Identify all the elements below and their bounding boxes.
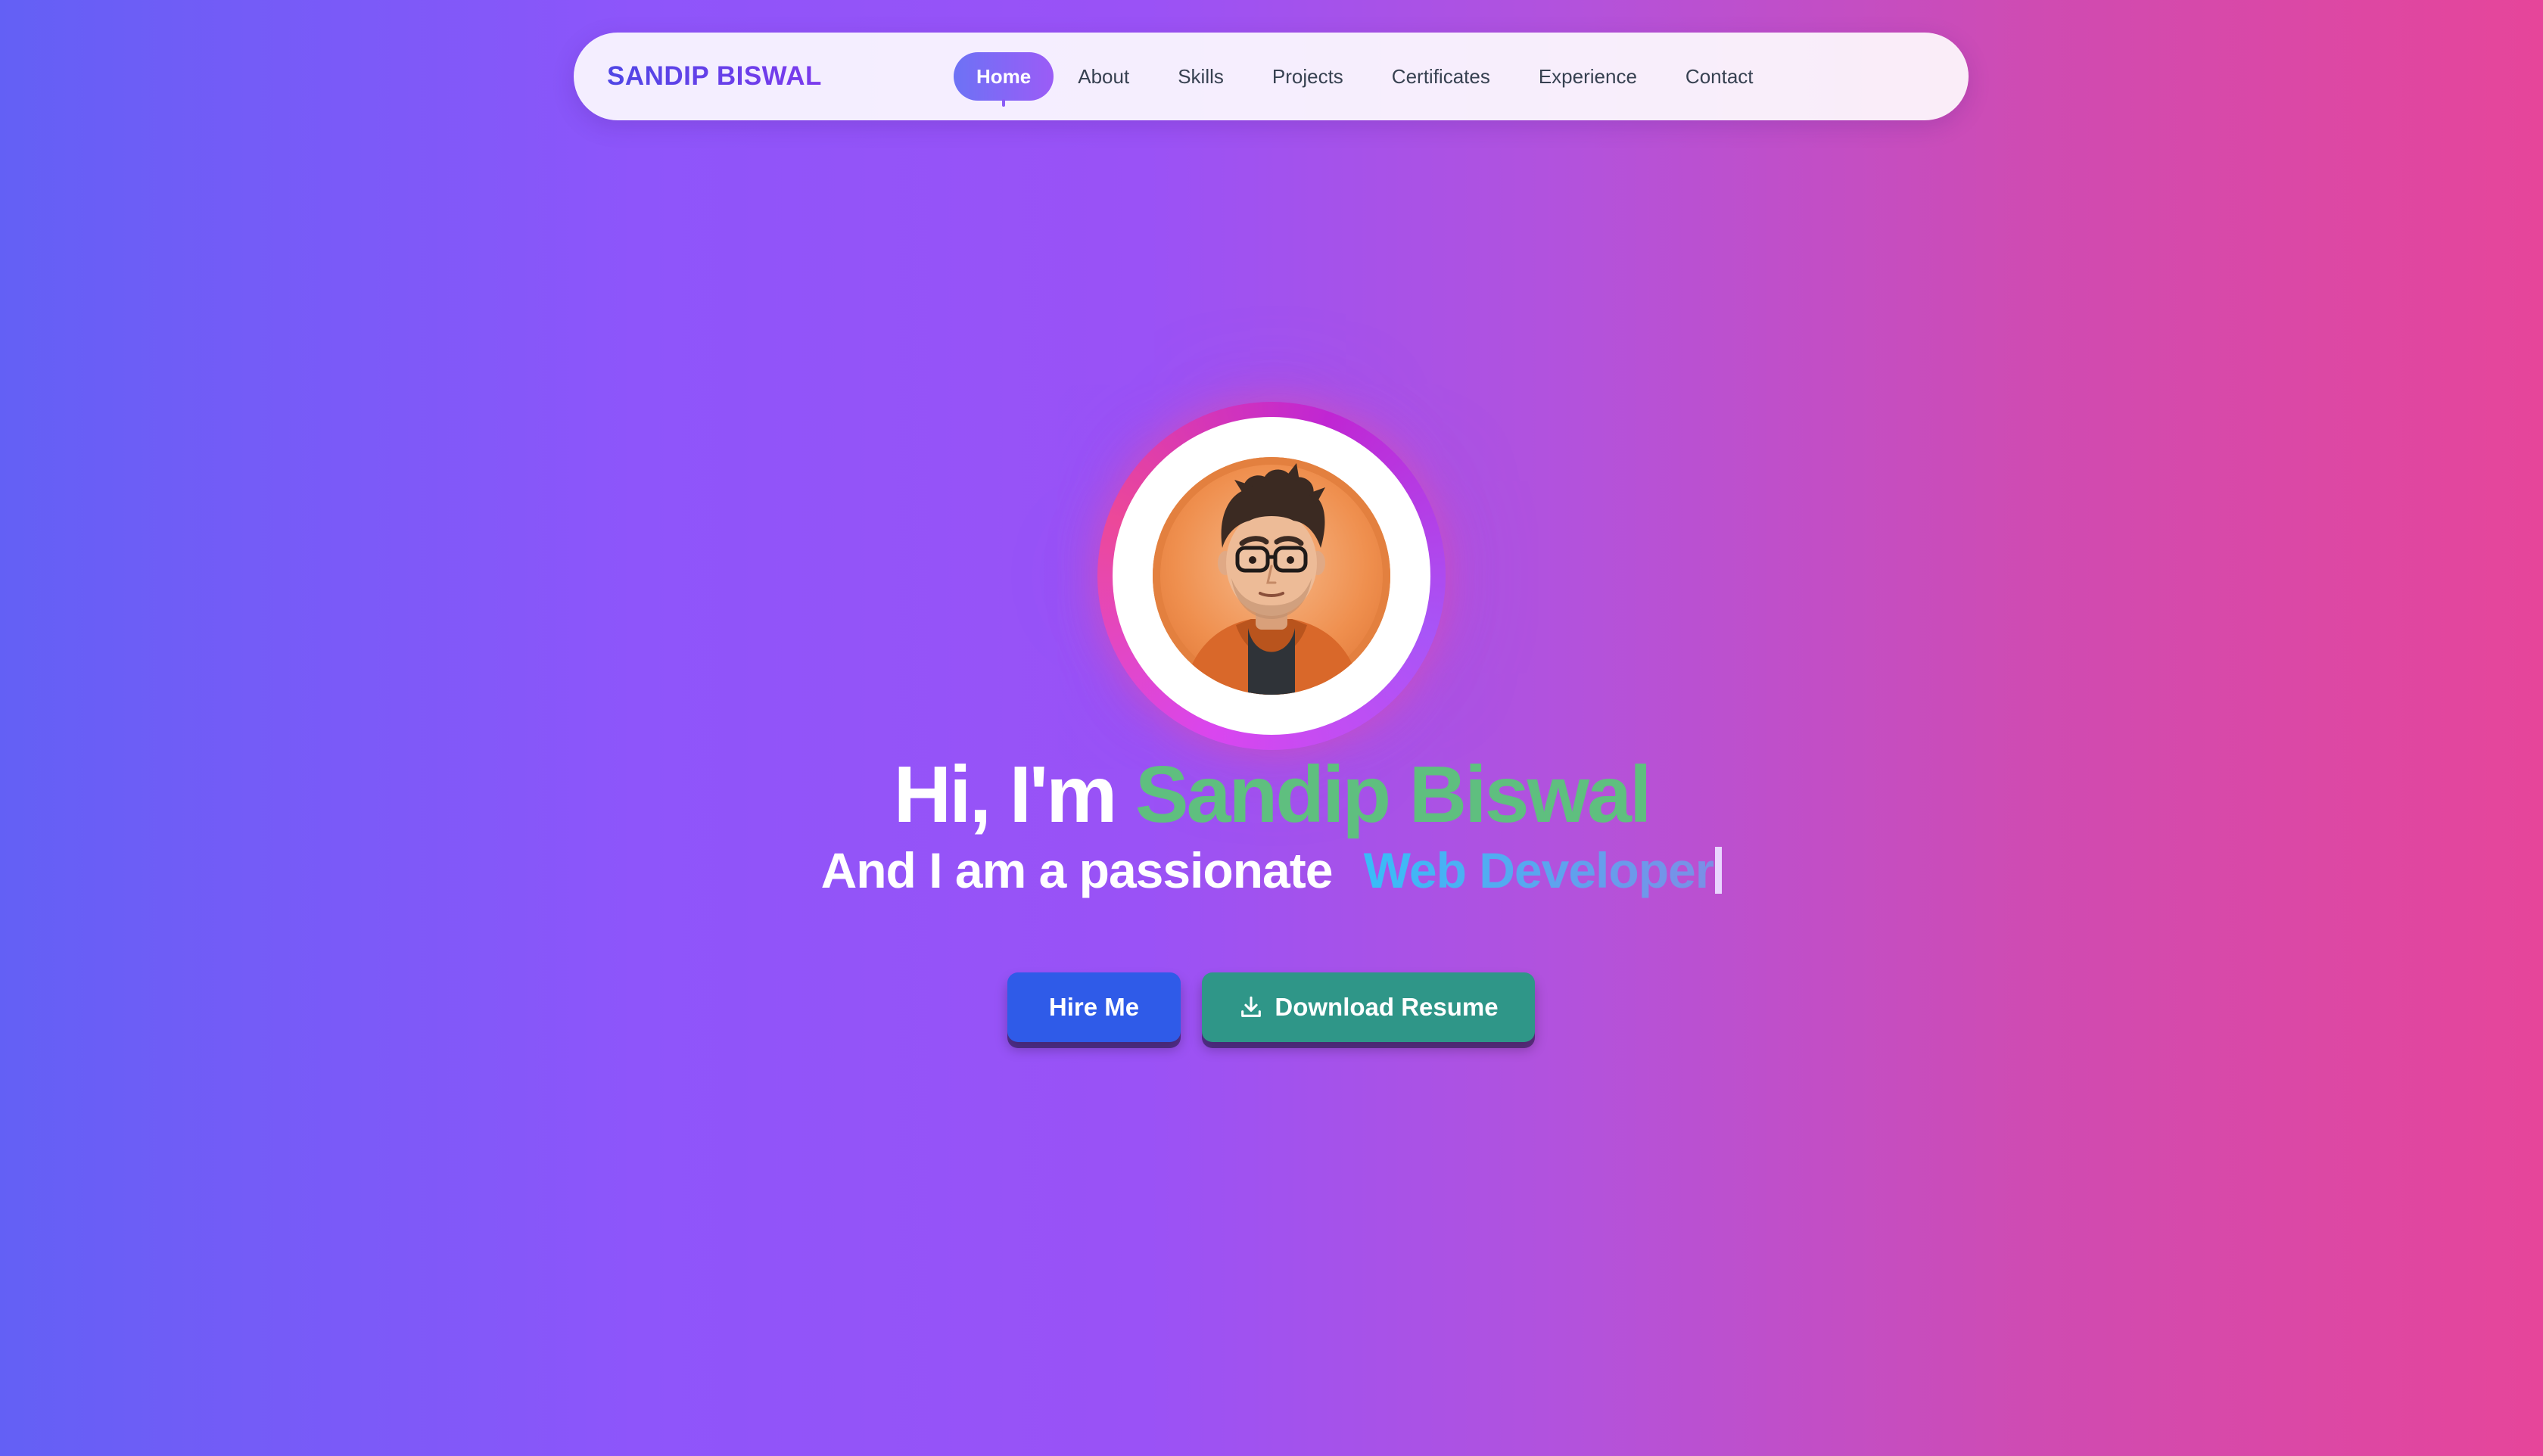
download-resume-button[interactable]: Download Resume xyxy=(1202,972,1535,1042)
hire-me-button[interactable]: Hire Me xyxy=(1007,972,1181,1042)
typing-cursor xyxy=(1715,847,1723,894)
hero-name: Sandip Biswal xyxy=(1135,750,1652,839)
download-resume-label: Download Resume xyxy=(1275,993,1499,1021)
nav-item-experience[interactable]: Experience xyxy=(1514,52,1661,101)
avatar-frame xyxy=(1113,417,1430,735)
download-icon xyxy=(1238,994,1264,1020)
nav-item-projects[interactable]: Projects xyxy=(1248,52,1368,101)
hero-title: Hi, I'm Sandip Biswal xyxy=(0,745,2543,844)
developer-avatar-icon xyxy=(1153,457,1390,695)
hero-greeting: Hi, I'm xyxy=(893,750,1118,839)
nav-item-certificates[interactable]: Certificates xyxy=(1368,52,1514,101)
hero-role-typing: Web Developer xyxy=(1363,842,1715,898)
avatar-ring xyxy=(1097,402,1446,750)
hero-subtitle: And I am a passionate Web Developer xyxy=(0,838,2543,902)
brand-logo[interactable]: SANDIP BISWAL xyxy=(607,33,822,120)
nav-links: Home About Skills Projects Certificates … xyxy=(954,33,1778,120)
nav-item-skills[interactable]: Skills xyxy=(1153,52,1248,101)
nav-item-home[interactable]: Home xyxy=(954,52,1054,107)
nav-item-about[interactable]: About xyxy=(1054,52,1153,101)
navbar: SANDIP BISWAL Home About Skills Projects… xyxy=(574,33,1969,120)
nav-item-contact[interactable]: Contact xyxy=(1661,52,1778,101)
hire-me-label: Hire Me xyxy=(1048,993,1140,1021)
hero-subtitle-prefix: And I am a passionate xyxy=(820,842,1334,898)
